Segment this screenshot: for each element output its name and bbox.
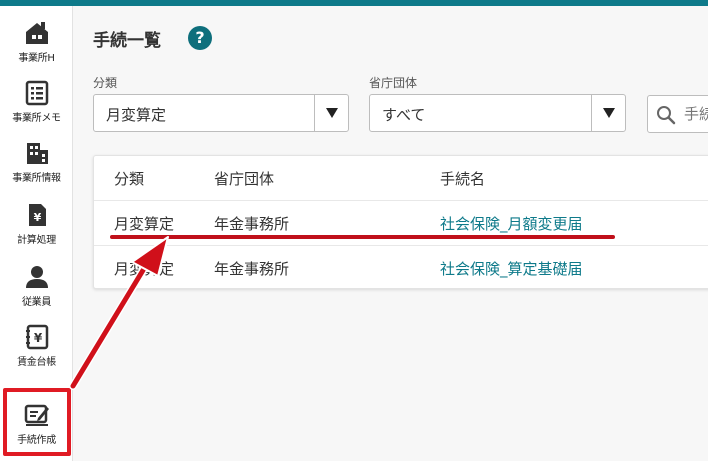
category-label: 分類 bbox=[93, 76, 118, 90]
main-content: 手続一覧 ? 分類 月変算定 省庁団体 すべて 分類 省庁団体 手続名 月変算定… bbox=[74, 6, 708, 461]
memo-list-icon bbox=[25, 80, 49, 106]
house-icon bbox=[26, 22, 48, 44]
agency-dropdown-button[interactable] bbox=[591, 95, 625, 131]
row-agency: 年金事務所 bbox=[214, 260, 290, 278]
svg-text:¥: ¥ bbox=[34, 211, 42, 224]
agency-select[interactable]: すべて bbox=[369, 94, 626, 132]
agency-select-value: すべて bbox=[382, 106, 426, 124]
procedure-link[interactable]: 社会保険_月額変更届 bbox=[440, 213, 583, 234]
page-title: 手続一覧 bbox=[93, 31, 161, 51]
person-icon bbox=[26, 266, 48, 288]
sidebar-item-employees[interactable]: 従業員 bbox=[0, 256, 73, 316]
annotation-highlight-box bbox=[3, 388, 71, 456]
sidebar: 事業所H 事業所メモ 事業所情報 ¥ 計算処理 従業員 ¥ 賃金台帳 手続作成 bbox=[0, 6, 73, 461]
sidebar-item-label: 賃金台帳 bbox=[17, 357, 56, 368]
column-header-procedure-name[interactable]: 手続名 bbox=[440, 168, 485, 189]
search-box[interactable] bbox=[647, 95, 708, 133]
row-category: 月変算定 bbox=[114, 215, 175, 233]
sidebar-item-wage-ledger[interactable]: ¥ 賃金台帳 bbox=[0, 316, 73, 376]
building-icon bbox=[27, 143, 48, 164]
table-row[interactable]: 月変算定 年金事務所 社会保険_月額変更届 bbox=[94, 201, 708, 246]
yen-ledger-icon: ¥ bbox=[26, 324, 49, 350]
table-header-row: 分類 省庁団体 手続名 bbox=[94, 156, 708, 201]
sidebar-item-label: 事業所メモ bbox=[12, 113, 61, 124]
sidebar-item-office-memo[interactable]: 事業所メモ bbox=[0, 72, 73, 132]
sidebar-item-office-info[interactable]: 事業所情報 bbox=[0, 132, 73, 192]
category-select[interactable]: 月変算定 bbox=[93, 94, 349, 132]
column-header-category[interactable]: 分類 bbox=[114, 168, 144, 189]
help-icon[interactable]: ? bbox=[188, 26, 212, 50]
sidebar-item-label: 計算処理 bbox=[17, 235, 56, 246]
column-header-agency[interactable]: 省庁団体 bbox=[214, 168, 274, 189]
sidebar-item-label: 従業員 bbox=[21, 297, 52, 308]
annotation-underline bbox=[110, 235, 615, 239]
procedure-table: 分類 省庁団体 手続名 月変算定 年金事務所 社会保険_月額変更届 月変算定 年… bbox=[93, 155, 708, 289]
row-agency: 年金事務所 bbox=[214, 215, 290, 233]
agency-label: 省庁団体 bbox=[369, 76, 418, 90]
search-input[interactable] bbox=[684, 103, 708, 125]
sidebar-item-office-home[interactable]: 事業所H bbox=[0, 12, 73, 72]
search-icon bbox=[657, 106, 676, 125]
row-category: 月変算定 bbox=[114, 260, 175, 278]
procedure-link[interactable]: 社会保険_算定基礎届 bbox=[440, 258, 583, 279]
yen-document-icon: ¥ bbox=[29, 204, 46, 226]
sidebar-item-calculation[interactable]: ¥ 計算処理 bbox=[0, 194, 73, 254]
triangle-down-icon bbox=[326, 108, 338, 118]
sidebar-item-label: 事業所H bbox=[18, 53, 55, 64]
category-dropdown-button[interactable] bbox=[314, 95, 348, 131]
table-row[interactable]: 月変算定 年金事務所 社会保険_算定基礎届 bbox=[94, 246, 708, 291]
triangle-down-icon bbox=[603, 108, 615, 118]
category-select-value: 月変算定 bbox=[106, 106, 167, 124]
svg-text:¥: ¥ bbox=[34, 331, 43, 345]
sidebar-item-label: 事業所情報 bbox=[12, 173, 61, 184]
